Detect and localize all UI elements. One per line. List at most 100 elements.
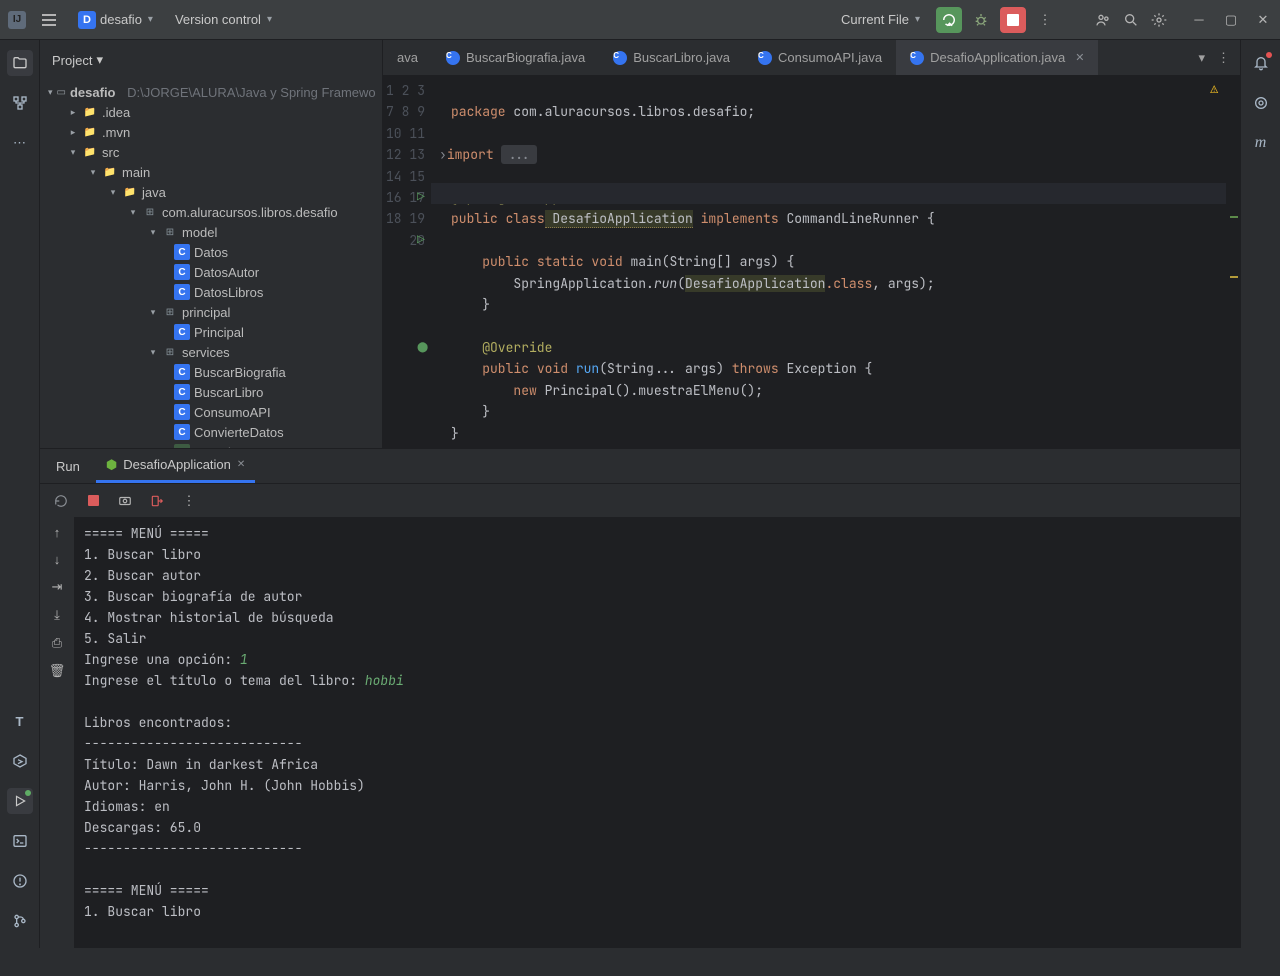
tree-item[interactable]: Datos [194, 245, 228, 260]
folder-icon: 📁 [82, 144, 98, 160]
notification-dot-icon [1266, 52, 1272, 58]
tree-item[interactable]: .idea [102, 105, 130, 120]
tree-item[interactable]: BuscarBiografia [194, 365, 286, 380]
terminal-tool-button[interactable] [7, 828, 33, 854]
tree-item[interactable]: services [182, 345, 230, 360]
tree-item[interactable]: principal [182, 305, 230, 320]
close-icon[interactable]: ✕ [237, 459, 245, 470]
run-gutter-icon[interactable]: ▷ [417, 186, 425, 207]
tree-item[interactable]: DatosLibros [194, 285, 263, 300]
tab-dropdown-icon[interactable]: ▾ [1198, 50, 1205, 66]
tree-item[interactable]: Principal [194, 325, 244, 340]
project-panel: Project ▾ ▾▭desafio D:\JORGE\ALURA\Java … [40, 40, 383, 448]
structure-tool-button[interactable] [7, 90, 33, 116]
editor-tab[interactable]: C BuscarLibro.java [599, 40, 744, 75]
tree-item[interactable]: com.aluracursos.libros.desafio [162, 205, 338, 220]
code-area[interactable]: ⚠package com.aluracursos.libros.desafio;… [431, 76, 1226, 448]
project-panel-header[interactable]: Project ▾ [40, 40, 382, 80]
clear-button[interactable]: 🗑 [49, 663, 66, 679]
soft-wrap-button[interactable]: ⇥ [52, 579, 63, 595]
folder-icon: 📁 [82, 104, 98, 120]
close-tab-icon[interactable]: ✕ [1075, 51, 1084, 64]
more-button[interactable]: ⋮ [180, 492, 198, 510]
rerun-button[interactable] [52, 492, 70, 510]
scroll-to-end-button[interactable]: ⤓ [54, 607, 60, 623]
tree-item[interactable]: ConvierteDatos [194, 425, 284, 440]
project-selector[interactable]: D desafio ▾ [72, 11, 159, 29]
folder-icon: 📁 [102, 164, 118, 180]
main-menu-button[interactable] [36, 7, 62, 33]
tree-item[interactable]: DatosAutor [194, 265, 259, 280]
tree-item[interactable]: BuscarLibro [194, 385, 263, 400]
down-button[interactable]: ↓ [54, 552, 61, 567]
close-window-button[interactable]: ✕ [1254, 11, 1272, 29]
maximize-window-button[interactable]: ▢ [1222, 11, 1240, 29]
tab-label: ConsumoAPI.java [778, 50, 882, 65]
tree-item[interactable]: java [142, 185, 166, 200]
editor-tab-active[interactable]: CDesafioApplication.java✕ [896, 40, 1098, 75]
warning-icon[interactable]: ⚠ [1210, 78, 1218, 99]
editor-body[interactable]: 1 2 3 7 8 9 10 11 12 13 14 15 16 17 18 1… [383, 76, 1240, 448]
console-output[interactable]: ===== MENÚ ===== 1. Buscar libro 2. Busc… [74, 517, 1240, 948]
tool-t-button[interactable]: T [7, 708, 33, 734]
tree-item[interactable]: IConvierteDatos [194, 445, 287, 449]
git-tool-button[interactable] [7, 908, 33, 934]
project-header-label: Project [52, 53, 92, 68]
run-panel: Run ⬢ DesafioApplication ✕ ⋮ ↑ ↓ [40, 448, 1240, 948]
search-everywhere-button[interactable] [1122, 11, 1140, 29]
tab-more-icon[interactable]: ⋮ [1217, 50, 1230, 66]
tab-label: BuscarLibro.java [633, 50, 730, 65]
vcs-label: Version control [175, 12, 261, 27]
class-icon: C [174, 244, 190, 260]
problems-tool-button[interactable] [7, 868, 33, 894]
tree-item[interactable]: src [102, 145, 119, 160]
stop-icon [1007, 14, 1019, 26]
more-actions-button[interactable]: ⋮ [1036, 11, 1054, 29]
folder-icon: 📁 [82, 124, 98, 140]
project-tool-button[interactable] [7, 50, 33, 76]
maven-tool-button[interactable]: m [1248, 130, 1274, 156]
services-tool-button[interactable] [7, 748, 33, 774]
editor-tabs: ava CBuscarBiografia.java C BuscarLibro.j… [383, 40, 1240, 76]
stop-button[interactable] [84, 492, 102, 510]
vcs-menu[interactable]: Version control ▾ [169, 12, 278, 27]
tree-item[interactable]: main [122, 165, 150, 180]
debug-button[interactable] [972, 11, 990, 29]
ai-assistant-button[interactable] [1248, 90, 1274, 116]
run-tool-button[interactable] [7, 788, 33, 814]
editor-tab[interactable]: ava [383, 40, 432, 75]
class-icon: C [613, 51, 627, 65]
stop-button[interactable] [1000, 7, 1026, 33]
more-tool-button[interactable]: ⋯ [7, 130, 33, 156]
run-config-selector[interactable]: Current File ▾ [835, 12, 926, 27]
tree-item[interactable]: .mvn [102, 125, 130, 140]
editor-marks [1226, 76, 1240, 448]
run-gutter-icon[interactable]: ▷ [417, 229, 425, 250]
up-button[interactable]: ↑ [54, 525, 61, 540]
editor-tab[interactable]: CConsumoAPI.java [744, 40, 896, 75]
package-icon: ⊞ [162, 304, 178, 320]
run-button[interactable] [936, 7, 962, 33]
package-icon: ⊞ [162, 344, 178, 360]
run-config-label: Current File [841, 12, 909, 27]
class-icon: C [174, 284, 190, 300]
right-tool-strip: m [1240, 40, 1280, 948]
print-button[interactable]: ⎙ [52, 635, 62, 651]
project-tree[interactable]: ▾▭desafio D:\JORGE\ALURA\Java y Spring F… [40, 80, 382, 448]
exit-button[interactable] [148, 492, 166, 510]
run-tab[interactable]: ⬢ DesafioApplication ✕ [96, 449, 255, 483]
override-gutter-icon[interactable]: ⬤ [417, 336, 428, 357]
chevron-down-icon: ▾ [915, 14, 920, 25]
run-toolbar: ⋮ [40, 483, 1240, 517]
tree-item[interactable]: model [182, 225, 217, 240]
tree-item[interactable]: ConsumoAPI [194, 405, 271, 420]
settings-button[interactable] [1150, 11, 1168, 29]
chevron-down-icon: ▾ [96, 52, 103, 68]
dump-threads-button[interactable] [116, 492, 134, 510]
code-with-me-icon[interactable] [1094, 11, 1112, 29]
editor-tab[interactable]: CBuscarBiografia.java [432, 40, 599, 75]
minimize-window-button[interactable]: ─ [1190, 11, 1208, 29]
notifications-button[interactable] [1248, 50, 1274, 76]
tree-item[interactable]: desafio [70, 85, 116, 100]
chevron-down-icon: ▾ [148, 14, 153, 25]
